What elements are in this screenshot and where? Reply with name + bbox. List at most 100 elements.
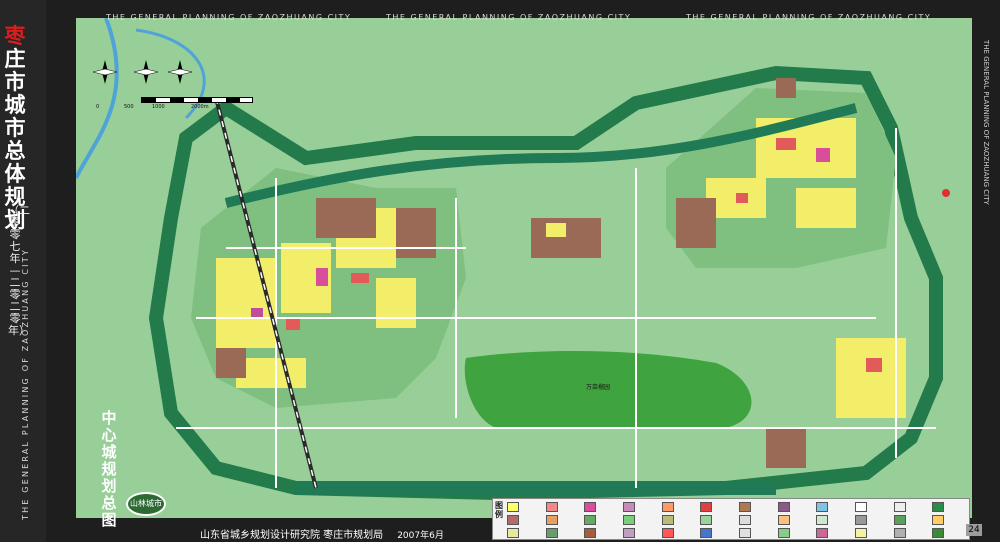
- legend-item: [739, 501, 776, 513]
- legend-item: [661, 527, 699, 539]
- compass-rose-icon: [133, 60, 159, 88]
- legend-panel: 图例: [492, 498, 970, 540]
- legend-item: [816, 514, 853, 526]
- compass-rose-icon: [92, 60, 118, 88]
- legend-item: [623, 527, 660, 539]
- legend-swatch: [855, 528, 867, 538]
- legend-swatch: [739, 502, 751, 512]
- legend-item: [584, 527, 621, 539]
- legend-swatch: [777, 502, 790, 512]
- legend-swatch: [507, 502, 519, 512]
- legend-swatch: [661, 515, 674, 525]
- legend-item: [893, 514, 931, 526]
- legend-item: [507, 514, 544, 526]
- compass-rose-icon: [167, 60, 193, 88]
- legend-swatch: [932, 528, 945, 538]
- legend-swatch: [661, 528, 674, 538]
- central-north-blocks: [531, 218, 601, 258]
- legend-item: [932, 527, 969, 539]
- legend-swatch: [700, 528, 713, 538]
- legend-item: [507, 501, 544, 513]
- scale-label: 2000m: [191, 104, 209, 110]
- legend-item: [855, 527, 892, 539]
- section-title: 中心城规划总图: [101, 409, 117, 529]
- legend-item: [507, 527, 544, 539]
- legend-swatch: [893, 528, 906, 538]
- legend-swatch: [545, 515, 558, 525]
- legend-grid: [507, 501, 969, 539]
- footer-institutes: 山东省城乡规划设计研究院 枣庄市规划局: [200, 530, 384, 541]
- legend-swatch: [893, 502, 906, 512]
- top-heading-1: THE GENERAL PLANNING OF ZAOZHUANG CITY: [106, 13, 352, 22]
- legend-item: [700, 514, 737, 526]
- scale-label: 0: [96, 104, 100, 110]
- legend-item: [777, 501, 815, 513]
- legend-item: [777, 514, 815, 526]
- footer: 山东省城乡规划设计研究院 枣庄市规划局 2007年6月: [200, 526, 444, 541]
- footer-date: 2007年6月: [397, 531, 444, 541]
- legend-swatch: [661, 502, 674, 512]
- scale-bar: [141, 97, 253, 103]
- legend-swatch: [545, 528, 558, 538]
- legend-swatch: [777, 515, 790, 525]
- legend-swatch: [855, 502, 867, 512]
- legend-item: [893, 501, 931, 513]
- legend-item: [661, 514, 699, 526]
- legend-swatch: [584, 502, 597, 512]
- legend-swatch: [816, 528, 829, 538]
- main-title: 枣庄市城市总体规划: [4, 24, 26, 231]
- legend-item: [700, 527, 737, 539]
- legend-item: [777, 527, 815, 539]
- legend-swatch: [777, 528, 790, 538]
- top-heading-2: THE GENERAL PLANNING OF ZAOZHUANG CITY: [386, 13, 632, 22]
- legend-item: [893, 527, 931, 539]
- legend-item: [623, 501, 660, 513]
- legend-item: [739, 527, 776, 539]
- legend-item: [816, 527, 853, 539]
- legend-swatch: [700, 502, 713, 512]
- legend-swatch: [507, 515, 519, 525]
- legend-swatch: [623, 528, 635, 538]
- legend-swatch: [932, 515, 945, 525]
- legend-swatch: [855, 515, 867, 525]
- legend-item: [816, 501, 853, 513]
- title-years: （二零零七年—二零二零年）: [8, 204, 30, 337]
- legend-item: [545, 514, 583, 526]
- title-first-char: 枣: [4, 23, 26, 48]
- legend-item: [700, 501, 737, 513]
- legend-item: [932, 501, 969, 513]
- legend-swatch: [893, 515, 906, 525]
- legend-item: [584, 501, 621, 513]
- legend-swatch: [545, 502, 558, 512]
- map-area: 万亩榴园 THE GENERAL PLANNING OF ZAOZHUANG C…: [46, 0, 1000, 542]
- legend-swatch: [507, 528, 519, 538]
- legend-item: [584, 514, 621, 526]
- left-title-bar: 枣庄市城市总体规划 （二零零七年—二零二零年） THE GENERAL PLAN…: [0, 0, 46, 542]
- scenic-label: 万亩榴园: [586, 384, 611, 391]
- right-heading: THE GENERAL PLANNING OF ZAOZHUANG CITY: [982, 40, 990, 205]
- legend-swatch: [623, 515, 635, 525]
- legend-label: 图例: [495, 501, 503, 519]
- highway-marker-east: [942, 189, 950, 197]
- legend-swatch: [932, 502, 945, 512]
- legend-item: [739, 514, 776, 526]
- page-number: 24: [966, 524, 982, 536]
- title-english: THE GENERAL PLANNING OF ZAOZHUANG CITY: [21, 248, 30, 520]
- legend-swatch: [739, 528, 751, 538]
- legend-item: [545, 501, 583, 513]
- legend-swatch: [816, 502, 829, 512]
- top-heading-3: THE GENERAL PLANNING OF ZAOZHUANG CITY: [686, 13, 932, 22]
- scale-label: 500: [124, 104, 134, 110]
- planning-map: [74, 17, 972, 518]
- legend-swatch: [584, 528, 597, 538]
- legend-item: [855, 514, 892, 526]
- legend-swatch: [623, 502, 635, 512]
- legend-swatch: [739, 515, 751, 525]
- legend-swatch: [700, 515, 713, 525]
- shanlin-city-stamp: 山林城市: [126, 492, 166, 516]
- legend-item: [623, 514, 660, 526]
- legend-swatch: [816, 515, 829, 525]
- legend-swatch: [584, 515, 597, 525]
- map-canvas: 万亩榴园: [74, 17, 972, 518]
- legend-item: [661, 501, 699, 513]
